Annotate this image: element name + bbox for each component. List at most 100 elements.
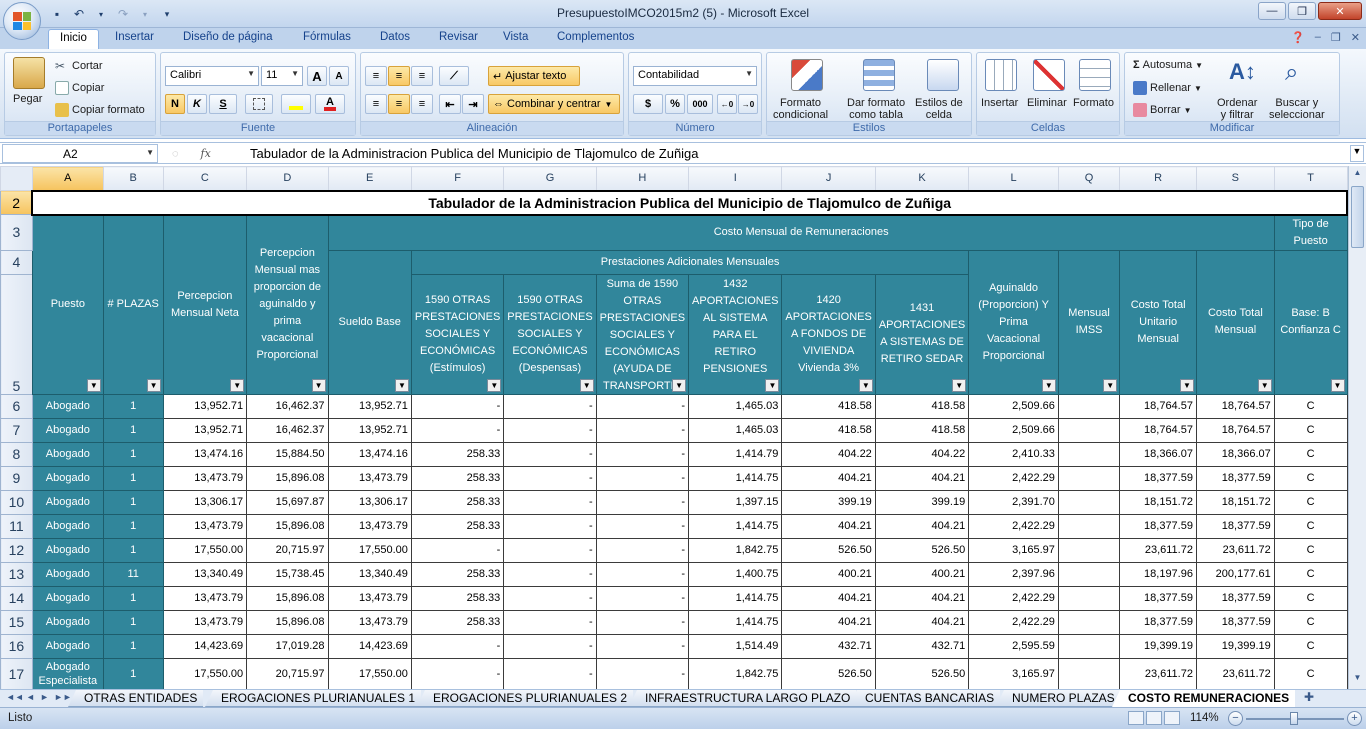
align-right-button[interactable]: ≡ <box>411 94 433 114</box>
cell-i[interactable]: 1,465.03 <box>688 417 783 443</box>
format-painter-button[interactable]: Copiar formato <box>55 103 145 117</box>
cell-j[interactable]: 399.19 <box>781 489 876 515</box>
cell-plazas[interactable]: 1 <box>102 489 164 515</box>
cell-h[interactable]: - <box>595 465 690 491</box>
close-button[interactable]: ✕ <box>1318 2 1362 20</box>
cell-styles-button[interactable]: Estilos de celda <box>915 97 963 121</box>
font-size-select[interactable]: 11 ▼ <box>261 66 303 86</box>
cell-k[interactable]: 400.21 <box>874 561 970 587</box>
column-header[interactable]: R <box>1119 166 1197 191</box>
filter-dropdown-icon[interactable]: ▼ <box>1257 378 1272 392</box>
filter-dropdown-icon[interactable]: ▼ <box>394 378 409 392</box>
cell-r[interactable]: 19,399.19 <box>1119 633 1197 659</box>
decrease-decimal-button[interactable]: →0 <box>738 94 758 114</box>
page-break-view-icon[interactable] <box>1164 711 1180 725</box>
office-button[interactable] <box>3 2 41 40</box>
cell-j[interactable]: 404.22 <box>781 441 876 467</box>
row-header[interactable]: 6 <box>0 393 33 419</box>
borders-button[interactable] <box>245 94 273 114</box>
cell-j[interactable]: 418.58 <box>781 393 876 419</box>
cell-l[interactable]: 2,595.59 <box>968 633 1059 659</box>
cell-j[interactable]: 400.21 <box>781 561 876 587</box>
cell-f[interactable]: 258.33 <box>410 441 505 467</box>
cell-h[interactable]: - <box>595 585 690 611</box>
cell-plazas[interactable]: 11 <box>102 561 164 587</box>
column-header[interactable]: G <box>503 166 597 191</box>
orientation-button[interactable]: ⟋ <box>439 66 469 86</box>
tab-inicio[interactable]: Inicio <box>48 29 99 51</box>
header-estimulos[interactable]: 1590 OTRAS PRESTACIONES SOCIALES Y ECONÓ… <box>410 273 505 395</box>
cell-r[interactable]: 18,377.59 <box>1119 609 1197 635</box>
sheet-tab[interactable]: EROGACIONES PLURIANUALES 2 <box>417 690 634 707</box>
column-header[interactable]: H <box>595 166 690 191</box>
sheet-tab-active[interactable]: COSTO REMUNERACIONES <box>1112 690 1296 707</box>
cell-j[interactable]: 526.50 <box>781 657 876 689</box>
table-format-button[interactable]: Dar formato como tabla <box>847 97 905 121</box>
format-button[interactable]: Formato <box>1073 97 1114 109</box>
filter-dropdown-icon[interactable]: ▼ <box>1041 378 1056 392</box>
cell-c[interactable]: 14,423.69 <box>162 633 248 659</box>
cell-i[interactable]: 1,414.75 <box>688 585 783 611</box>
filter-dropdown-icon[interactable]: ▼ <box>858 378 873 392</box>
cell-g[interactable]: - <box>503 585 597 611</box>
font-name-select[interactable]: Calibri ▼ <box>165 66 259 86</box>
cell-h[interactable]: - <box>595 441 690 467</box>
cell-puesto[interactable]: Abogado <box>31 537 104 563</box>
cell-i[interactable]: 1,414.75 <box>688 609 783 635</box>
workbook-restore-icon[interactable]: ❐ <box>1331 31 1341 44</box>
cell-d[interactable]: 20,715.97 <box>246 537 329 563</box>
formula-input[interactable]: Tabulador de la Administracion Publica d… <box>250 146 699 161</box>
align-bottom-button[interactable]: ≡ <box>411 66 433 86</box>
next-sheet-icon[interactable]: ► <box>40 692 49 702</box>
clear-button[interactable]: Borrar ▼ <box>1133 103 1191 117</box>
column-header[interactable]: S <box>1195 166 1275 191</box>
cell-r[interactable]: 18,377.59 <box>1119 513 1197 539</box>
cell-j[interactable]: 404.21 <box>781 513 876 539</box>
column-header[interactable]: B <box>102 166 164 191</box>
cell-h[interactable]: - <box>595 513 690 539</box>
cell-i[interactable]: 1,514.49 <box>688 633 783 659</box>
header-plazas[interactable]: # PLAZAS ▼ <box>102 214 164 395</box>
cell-d[interactable]: 16,462.37 <box>246 417 329 443</box>
cell-c[interactable]: 13,952.71 <box>162 393 248 419</box>
header-costo-mensual-group[interactable]: Costo Mensual de Remuneraciones <box>327 214 1275 251</box>
cell-l[interactable]: 2,391.70 <box>968 489 1059 515</box>
page-layout-view-icon[interactable] <box>1146 711 1162 725</box>
cell-g[interactable]: - <box>503 633 597 659</box>
cell-h[interactable]: - <box>595 489 690 515</box>
header-tipo-puesto[interactable]: Tipo de Puesto <box>1273 214 1348 251</box>
filter-dropdown-icon[interactable]: ▼ <box>1103 378 1118 392</box>
cell-l[interactable]: 3,165.97 <box>968 537 1059 563</box>
vertical-scrollbar[interactable]: ▲ ▼ <box>1348 166 1366 689</box>
cell-puesto[interactable]: Abogado <box>31 585 104 611</box>
header-retiro-pensiones[interactable]: 1432 APORTACIONES AL SISTEMA PARA EL RET… <box>688 273 783 395</box>
cell-c[interactable]: 13,306.17 <box>162 489 248 515</box>
last-sheet-icon[interactable]: ►► <box>54 692 72 702</box>
header-transporte[interactable]: Suma de 1590 OTRAS PRESTACIONES SOCIALES… <box>595 273 690 395</box>
sheet-title-cell[interactable]: Tabulador de la Administracion Publica d… <box>31 189 1348 216</box>
cell-c[interactable]: 13,474.16 <box>162 441 248 467</box>
cell-r[interactable]: 18,377.59 <box>1119 585 1197 611</box>
header-vivienda[interactable]: 1420 APORTACIONES A FONDOS DE VIVIENDA V… <box>781 273 876 395</box>
cell-i[interactable]: 1,414.79 <box>688 441 783 467</box>
row-header[interactable]: 12 <box>0 537 33 563</box>
cell-g[interactable]: - <box>503 513 597 539</box>
cell-g[interactable]: - <box>503 537 597 563</box>
cell-r[interactable]: 18,377.59 <box>1119 465 1197 491</box>
cell-h[interactable]: - <box>595 417 690 443</box>
cell-f[interactable]: 258.33 <box>410 561 505 587</box>
minimize-button[interactable]: — <box>1258 2 1286 20</box>
cell-e[interactable]: 17,550.00 <box>327 537 412 563</box>
cell-e[interactable]: 13,473.79 <box>327 513 412 539</box>
cell-f[interactable]: - <box>410 417 505 443</box>
cell-i[interactable]: 1,465.03 <box>688 393 783 419</box>
cell-tipo[interactable]: C <box>1273 633 1348 659</box>
header-costo-total[interactable]: Costo Total Mensual ▼ <box>1195 249 1275 395</box>
sheet-tab[interactable]: EROGACIONES PLURIANUALES 1 <box>205 690 422 707</box>
scroll-thumb[interactable] <box>1351 186 1364 248</box>
number-format-select[interactable]: Contabilidad ▼ <box>633 66 757 86</box>
font-color-button[interactable]: A <box>315 94 345 114</box>
cell-s[interactable]: 23,611.72 <box>1195 657 1275 689</box>
cell-tipo[interactable]: C <box>1273 393 1348 419</box>
cell-l[interactable]: 2,422.29 <box>968 465 1059 491</box>
